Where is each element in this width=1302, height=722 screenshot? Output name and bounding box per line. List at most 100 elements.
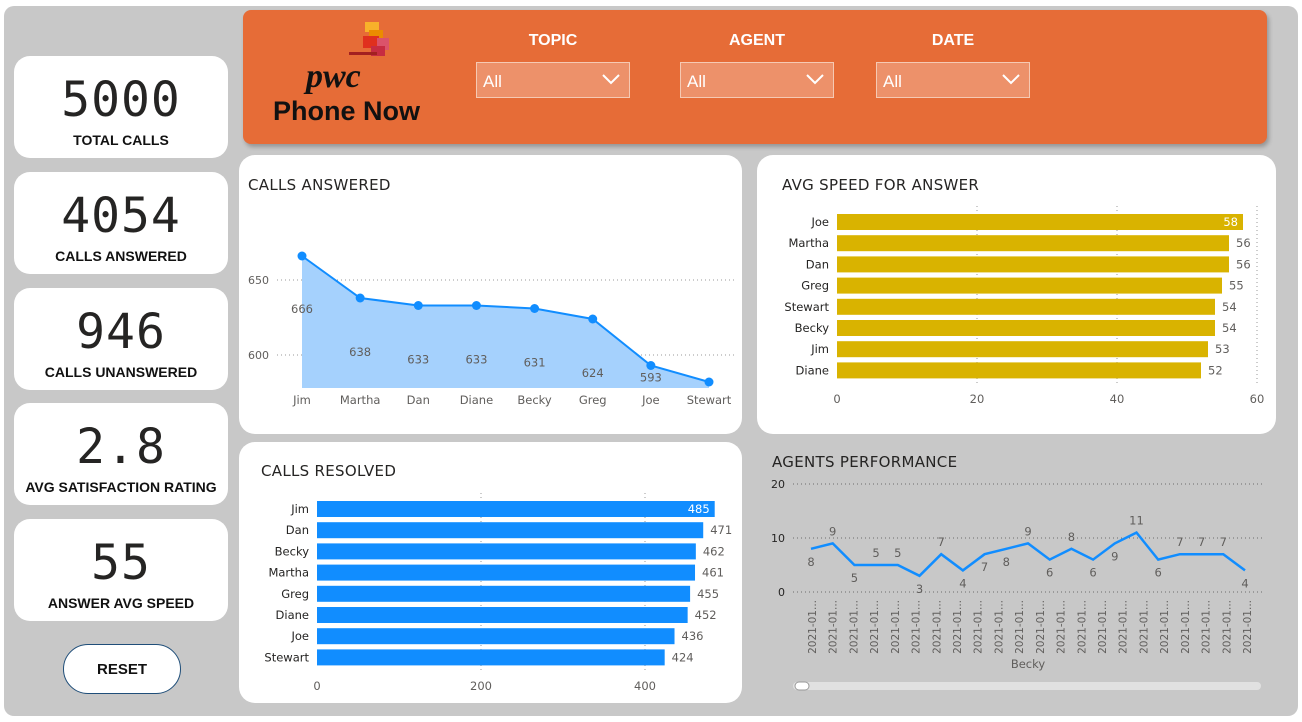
calls-answered-chart: 600 650 666 Jim 638 Martha 633 Dan 633 Diane 631 Be… — [248, 251, 734, 407]
x-tick-label: 2021-01... — [1097, 600, 1109, 654]
x-tick-label: Jim — [292, 393, 311, 407]
data-label: 7 — [1176, 535, 1183, 549]
filter-agent: AGENT All — [680, 32, 834, 98]
category-label: Dan — [286, 523, 309, 537]
kpi-label: CALLS UNANSWERED — [44, 364, 198, 380]
pwc-logo-mark-icon — [349, 22, 389, 56]
x-tick-label: Martha — [340, 393, 381, 407]
x-tick-label: 2021-01... — [848, 600, 860, 654]
data-label: 452 — [695, 608, 717, 622]
data-label: 58 — [1223, 215, 1238, 229]
x-tick-label: 40 — [1110, 392, 1125, 406]
data-label: 624 — [582, 366, 604, 380]
bar — [837, 320, 1215, 336]
data-label: 666 — [291, 302, 313, 316]
category-label: Diane — [796, 363, 829, 377]
x-tick-label: Joe — [641, 393, 660, 407]
kpi-card-answer-avg-speed: 55 ANSWER AVG SPEED — [14, 519, 228, 621]
x-tick-label: 2021-01... — [1159, 600, 1171, 654]
kpi-value: 2.8 — [76, 419, 166, 475]
date-dropdown[interactable]: All — [876, 62, 1030, 98]
data-label: 485 — [688, 502, 710, 516]
x-tick-label: 2021-01... — [1076, 600, 1088, 654]
reset-button[interactable]: RESET — [63, 644, 181, 694]
bar — [317, 649, 665, 666]
bar — [317, 501, 715, 517]
category-label: Jim — [290, 502, 309, 516]
category-label: Joe — [290, 629, 309, 643]
x-tick-label: 2021-01... — [1201, 600, 1213, 654]
bar — [837, 256, 1229, 273]
data-label: 631 — [524, 356, 546, 370]
kpi-card-avg-satisfaction: 2.8 AVG SATISFACTION RATING — [14, 403, 228, 505]
data-point — [413, 301, 423, 310]
bar — [837, 235, 1229, 252]
kpi-card-calls-answered: 4054 CALLS ANSWERED — [14, 172, 228, 274]
dropdown-value: All — [687, 72, 706, 91]
data-label: 11 — [1129, 514, 1144, 528]
data-point — [530, 304, 540, 313]
kpi-label: AVG SATISFACTION RATING — [25, 479, 217, 495]
data-label: 3 — [916, 582, 923, 596]
y-tick-label: 0 — [778, 586, 785, 599]
data-label: 52 — [1208, 363, 1223, 377]
data-label: 593 — [640, 371, 662, 385]
agent-dropdown[interactable]: All — [680, 62, 834, 98]
kpi-label: CALLS ANSWERED — [55, 248, 187, 264]
bar — [837, 214, 1243, 230]
bar — [317, 543, 696, 560]
data-label: 455 — [697, 587, 719, 601]
kpi-value: 4054 — [61, 188, 181, 244]
filter-title: AGENT — [729, 32, 785, 49]
data-label: 633 — [407, 353, 429, 367]
bar — [317, 585, 691, 602]
x-tick-label: Diane — [460, 393, 493, 407]
x-tick-label: 2021-01... — [1035, 600, 1047, 654]
category-label: Stewart — [784, 300, 829, 314]
data-label: 7 — [938, 535, 945, 549]
data-label: 9 — [1024, 524, 1031, 538]
x-tick-label: 2021-01... — [952, 600, 964, 654]
data-label: 7 — [1198, 535, 1205, 549]
x-tick-label: 2021-01... — [1138, 600, 1150, 654]
data-label: 54 — [1222, 321, 1237, 335]
data-label: 436 — [682, 629, 704, 643]
x-tick-label: 2021-01... — [1180, 600, 1192, 654]
calls-resolved-panel: CALLS RESOLVED 0 200 400 Jim 485 Dan 471 Becky 4… — [239, 442, 742, 703]
bar — [317, 564, 696, 581]
data-point — [704, 377, 714, 387]
x-tick-label: 2021-01... — [911, 600, 923, 654]
category-label: Jim — [810, 342, 829, 356]
slider-handle-icon[interactable] — [794, 681, 810, 691]
chevron-down-icon — [806, 74, 824, 85]
bar — [317, 522, 704, 539]
category-label: Dan — [806, 257, 829, 271]
agents-performance-chart: 010208955 53747 8968691167 7 742021-01... 202… — [771, 478, 1262, 691]
x-tick-label: 2021-01... — [828, 600, 840, 654]
app-name: Phone Now — [273, 96, 420, 126]
avg-speed-panel: AVG SPEED FOR ANSWER 0 20 40 60 Joe 58 Martha 5… — [757, 155, 1276, 434]
data-label: 471 — [710, 523, 732, 537]
data-label: 638 — [349, 345, 371, 359]
y-tick-label: 20 — [771, 478, 785, 491]
x-tick-label: 2021-01... — [1118, 600, 1130, 654]
x-tick-label: 2021-01... — [931, 600, 943, 654]
calls-answered-panel: CALLS ANSWERED 600 650 666 Jim 638 Martha 633 D… — [239, 155, 742, 434]
data-label: 6 — [1089, 566, 1096, 580]
category-label: Stewart — [264, 650, 309, 664]
data-label: 461 — [702, 566, 724, 580]
filter-title: TOPIC — [528, 32, 578, 49]
x-tick-label: 200 — [470, 679, 492, 693]
x-tick-label: 400 — [634, 679, 656, 693]
bar — [837, 362, 1201, 379]
category-label: Greg — [281, 587, 309, 601]
pwc-logo: pwc Phone Now — [273, 22, 423, 132]
topic-dropdown[interactable]: All — [476, 62, 630, 98]
dropdown-value: All — [883, 72, 902, 91]
agents-performance-panel: AGENTS PERFORMANCE 0 10 20 8 9 5 5 5 3 7 4 7 8 9 6 8 6 9 1… — [757, 442, 1276, 703]
category-label: Martha — [788, 236, 829, 250]
x-tick-label: 2021-01... — [1242, 600, 1254, 654]
data-label: 8 — [1003, 555, 1010, 569]
x-tick-label: 2021-01... — [1056, 600, 1068, 654]
dropdown-value: All — [483, 72, 502, 91]
